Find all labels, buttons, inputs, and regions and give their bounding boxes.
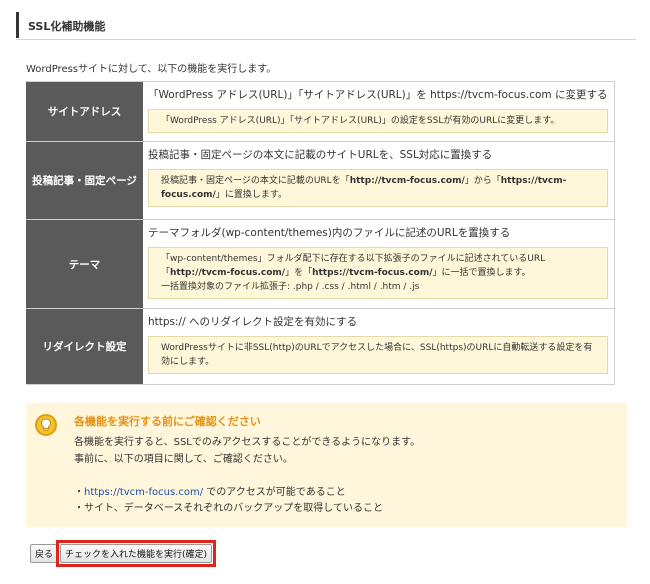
note-text: 」に一括で置換します。 (432, 268, 531, 278)
bullet-mark: ・ (74, 487, 84, 498)
notice-text: 各機能を実行すると、SSLでのみアクセスすることができるようになります。 事前に… (74, 434, 420, 468)
note-old-url: http://tvcm-focus.com/ (349, 176, 465, 186)
row-note: WordPressサイトに非SSL(http)のURLでアクセスした場合に、SS… (148, 336, 608, 374)
notice-title: 各機能を実行する前にご確認ください (74, 415, 261, 428)
checklist-item: ・https://tvcm-focus.com/ でのアクセスが可能であること (74, 485, 383, 501)
feature-row-posts-pages: 投稿記事・固定ページ 投稿記事・固定ページの本文に記載のサイトURLを、SSL対… (26, 142, 615, 220)
intro-text: WordPressサイトに対して、以下の機能を実行します。 (26, 64, 277, 75)
row-body: https:// へのリダイレクト設定を有効にする WordPressサイトに非… (143, 309, 615, 384)
note-text: 」から「 (464, 176, 501, 186)
header-accent-bar (16, 12, 19, 38)
row-label: 投稿記事・固定ページ (26, 142, 143, 219)
row-body: 「WordPress アドレス(URL)」「サイトアドレス(URL)」を htt… (143, 82, 615, 141)
notice-line: 各機能を実行すると、SSLでのみアクセスすることができるようになります。 (74, 437, 421, 448)
feature-row-redirect: リダイレクト設定 https:// へのリダイレクト設定を有効にする WordP… (26, 309, 615, 385)
checklist-text: でのアクセスが可能であること (203, 487, 346, 498)
execute-button[interactable]: チェックを入れた機能を実行(確定) (60, 544, 212, 563)
note-text: 「WordPress アドレス(URL)」「サイトアドレス(URL)」の設定をS… (161, 116, 560, 126)
back-button[interactable]: 戻る (30, 544, 59, 563)
row-title: 「WordPress アドレス(URL)」「サイトアドレス(URL)」を htt… (148, 89, 608, 101)
note-text: WordPressサイトに非SSL(http)のURLでアクセスした場合に、SS… (161, 343, 593, 367)
row-note: 「WordPress アドレス(URL)」「サイトアドレス(URL)」の設定をS… (148, 109, 608, 133)
lightbulb-icon (35, 414, 57, 436)
notice-checklist: ・https://tvcm-focus.com/ でのアクセスが可能であること … (74, 485, 383, 517)
row-title: 投稿記事・固定ページの本文に記載のサイトURLを、SSL対応に置換する (148, 149, 493, 161)
site-url-link[interactable]: https://tvcm-focus.com/ (84, 487, 203, 498)
feature-table: サイトアドレス 「WordPress アドレス(URL)」「サイトアドレス(UR… (26, 81, 615, 385)
checklist-item: ・サイト、データベースそれぞれのバックアップを取得していること (74, 503, 383, 514)
note-extensions: 一括置換対象のファイル拡張子: .php / .css / .html / .h… (161, 282, 420, 292)
row-label: リダイレクト設定 (26, 309, 143, 384)
row-note: 投稿記事・固定ページの本文に記載のURLを「http://tvcm-focus.… (148, 169, 608, 207)
row-label: テーマ (26, 220, 143, 308)
note-old-url: http://tvcm-focus.com/ (170, 268, 286, 278)
note-new-url: https://tvcm-focus.com/ (312, 268, 433, 278)
row-title: テーマフォルダ(wp-content/themes)内のファイルに記述のURLを… (148, 227, 511, 239)
row-body: テーマフォルダ(wp-content/themes)内のファイルに記述のURLを… (143, 220, 615, 308)
feature-row-theme: テーマ テーマフォルダ(wp-content/themes)内のファイルに記述の… (26, 220, 615, 309)
page-title: SSL化補助機能 (28, 20, 106, 33)
row-body: 投稿記事・固定ページの本文に記載のサイトURLを、SSL対応に置換する 投稿記事… (143, 142, 615, 219)
confirmation-notice: 各機能を実行する前にご確認ください 各機能を実行すると、SSLでのみアクセスする… (26, 403, 627, 527)
note-text: 」に置換します。 (215, 190, 287, 200)
row-title: https:// へのリダイレクト設定を有効にする (148, 316, 358, 328)
note-text: 」を「 (285, 268, 313, 278)
feature-row-site-address: サイトアドレス 「WordPress アドレス(URL)」「サイトアドレス(UR… (26, 82, 615, 142)
notice-line: 事前に、以下の項目に関して、ご確認ください。 (74, 454, 293, 465)
row-label: サイトアドレス (26, 82, 143, 141)
note-text: 投稿記事・固定ページの本文に記載のURLを「 (161, 176, 350, 186)
row-note: 「wp-content/themes」フォルダ配下に存在する以下拡張子のファイル… (148, 247, 608, 299)
section-header: SSL化補助機能 (16, 12, 636, 40)
